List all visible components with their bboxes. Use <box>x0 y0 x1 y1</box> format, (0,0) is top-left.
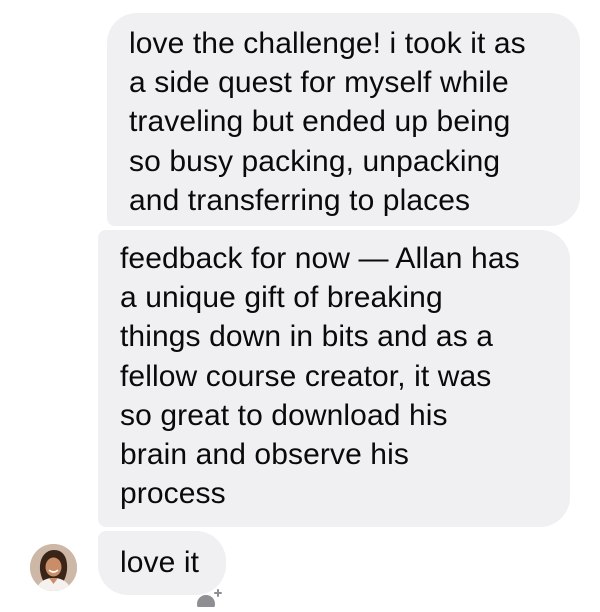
message-bubble[interactable]: love it <box>98 531 226 595</box>
add-reaction-button[interactable] <box>196 589 222 612</box>
message-bubble[interactable]: love the challenge! i took it as a side … <box>107 13 580 226</box>
message-bubble[interactable]: feedback for now — Allan has a unique gi… <box>98 230 570 527</box>
avatar-photo <box>30 544 77 591</box>
add-reaction-icon <box>197 589 222 612</box>
sender-avatar[interactable] <box>30 544 77 591</box>
